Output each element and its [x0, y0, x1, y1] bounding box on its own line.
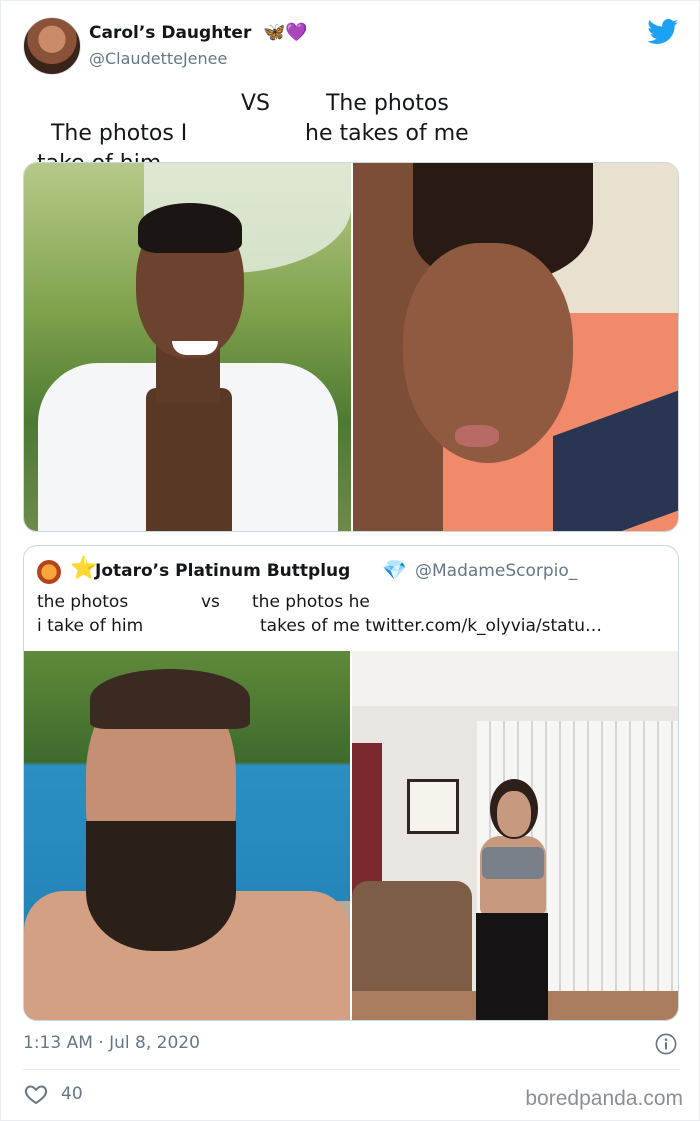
photo-chest	[146, 388, 232, 531]
gem-emoji: 💎	[382, 558, 407, 582]
photo-beard	[86, 821, 236, 951]
tweet-card: Carol’s Daughter 🦋💜 @ClaudetteJenee The …	[0, 0, 700, 1121]
photo-top	[482, 847, 544, 879]
author-avatar[interactable]	[23, 17, 81, 75]
quoted-line1-vs: vs	[201, 592, 220, 612]
watermark: boredpanda.com	[525, 1087, 683, 1110]
quoted-author-display-name[interactable]: Jotaro’s Platinum Buttplug	[95, 561, 350, 581]
divider	[23, 1069, 679, 1070]
quoted-tweet-text: the photos vs the photos he i take of hi…	[37, 590, 667, 642]
info-icon[interactable]	[655, 1033, 677, 1055]
photo-woman-sleeping[interactable]	[353, 163, 678, 531]
quoted-line1-right: the photos he	[252, 592, 370, 612]
like-count[interactable]: 40	[61, 1084, 83, 1104]
photo-lips	[455, 425, 499, 447]
photo-hair	[90, 669, 250, 729]
tweet-timestamp[interactable]: 1:13 AM · Jul 8, 2020	[23, 1033, 200, 1053]
author-display-name[interactable]: Carol’s Daughter	[89, 23, 251, 43]
quoted-line1-left: the photos	[37, 592, 129, 612]
photo-hair	[138, 203, 242, 253]
photo-ceiling	[352, 651, 678, 706]
display-name-emoji: 🦋💜	[263, 22, 308, 43]
tweet-text-right: The photos he takes of me	[305, 91, 469, 146]
photo-wall-frame	[407, 779, 459, 834]
photo-face	[497, 791, 531, 837]
author-handle[interactable]: @ClaudetteJenee	[89, 49, 227, 68]
quoted-author-handle[interactable]: @MadameScorpio_	[415, 561, 577, 581]
quoted-tweet-media[interactable]	[24, 651, 678, 1020]
twitter-bird-icon[interactable]	[647, 19, 679, 45]
photo-curtain	[352, 743, 382, 903]
quoted-line2-left: i take of him	[37, 616, 144, 636]
tweet-text-vs: VS	[241, 91, 271, 116]
photo-smile	[172, 341, 218, 355]
quoted-tweet[interactable]: ⭐ Jotaro’s Platinum Buttplug 💎 @MadameSc…	[23, 545, 679, 1021]
star-emoji: ⭐	[70, 556, 98, 581]
photo-man-smiling[interactable]	[24, 163, 351, 531]
heart-icon[interactable]	[24, 1082, 48, 1106]
photo-woman-in-living-room[interactable]	[352, 651, 678, 1020]
quoted-line2-right[interactable]: takes of me twitter.com/k_olyvia/statu…	[260, 614, 602, 638]
quoted-author-avatar[interactable]	[37, 560, 61, 584]
tweet-media[interactable]	[23, 162, 679, 532]
photo-man-in-pool[interactable]	[24, 651, 350, 1020]
photo-skirt	[476, 913, 548, 1020]
